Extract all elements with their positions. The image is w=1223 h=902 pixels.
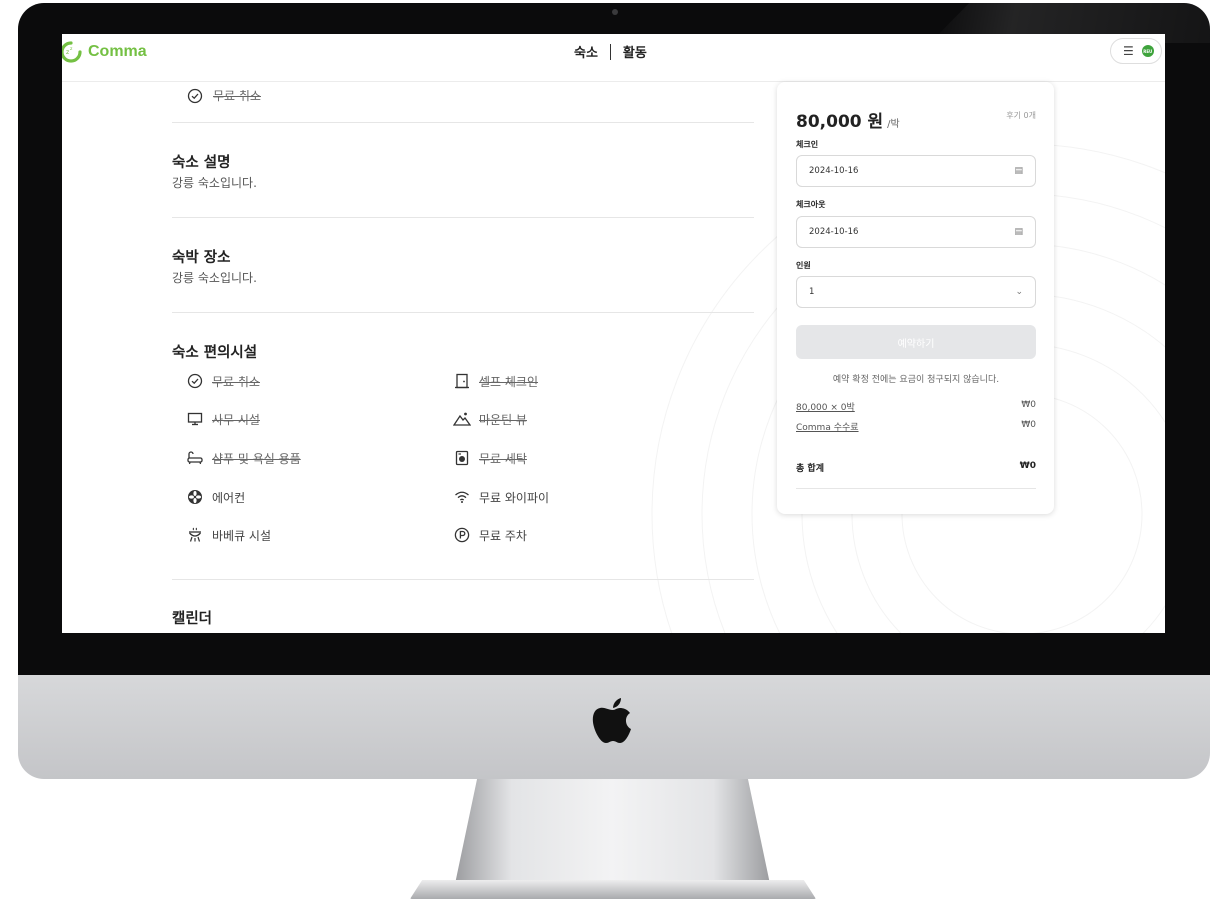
svg-text:z: z (70, 47, 73, 52)
calendar-icon: ▤ (1014, 227, 1023, 237)
checkout-date-input[interactable]: 2024-10-16 ▤ (796, 216, 1036, 248)
fee-line-item: Comma 수수료 ₩0 (796, 420, 1036, 433)
apple-logo-icon (592, 698, 631, 743)
amenity-item: 무료 취소 (186, 372, 260, 390)
nights-line-item: 80,000 × 0박 ₩0 (796, 400, 1036, 413)
section-divider (172, 217, 754, 218)
total-line: 총 합계 ₩0 (796, 461, 1036, 474)
monitor-icon (187, 412, 203, 426)
review-count[interactable]: 후기 0개 (1006, 110, 1036, 121)
total-label: 총 합계 (796, 464, 824, 474)
door-icon (455, 373, 469, 389)
amenity-item: 무료 주차 (453, 526, 527, 544)
nav-stay-link[interactable]: 숙소 (574, 42, 598, 61)
calendar-icon: ▤ (1014, 166, 1023, 176)
amenity-label: 무료 주차 (479, 528, 527, 543)
amenity-item: 사무 시설 (186, 410, 260, 428)
amenity-item: 샴푸 및 욕실 용품 (186, 449, 301, 467)
reserve-button[interactable]: 예약하기 (796, 325, 1036, 359)
top-navigation-bar: z z Comma 숙소 활동 ☰ REU (62, 34, 1165, 82)
fee-line-value: ₩0 (1021, 420, 1036, 430)
location-text: 강릉 숙소입니다. (172, 271, 257, 285)
parking-icon (454, 527, 470, 543)
washer-icon (455, 450, 469, 466)
checkout-label: 체크아웃 (796, 200, 826, 209)
description-text: 강릉 숙소입니다. (172, 176, 257, 190)
fan-icon (188, 490, 202, 504)
booking-card: 80,000 원 /박 후기 0개 체크인 2024-10-16 ▤ 체크아웃 … (777, 82, 1054, 514)
amenity-label: 무료 세탁 (479, 451, 527, 466)
amenity-label: 에어컨 (212, 490, 246, 505)
guests-label: 인원 (796, 261, 811, 270)
price-per-night: 80,000 원 /박 (796, 107, 900, 132)
nights-line-value: ₩0 (1021, 400, 1036, 410)
hamburger-icon: ☰ (1123, 44, 1134, 58)
amenity-item: 바베큐 시설 (186, 526, 271, 544)
amenity-label: 사무 시설 (212, 412, 260, 427)
amenity-item: 셀프 체크인 (453, 372, 538, 390)
checkin-label: 체크인 (796, 140, 819, 149)
amenities-title: 숙소 편의시설 (172, 345, 258, 361)
section-divider (172, 579, 754, 580)
amenity-item: 무료 세탁 (453, 449, 527, 467)
amenity-label: 셀프 체크인 (479, 374, 539, 389)
section-divider (172, 312, 754, 313)
mountain-icon (453, 412, 471, 426)
checkin-date-value: 2024-10-16 (809, 166, 859, 176)
guests-select[interactable]: 1 ⌄ (796, 276, 1036, 308)
comma-logo-icon: z z (62, 41, 82, 63)
free-cancel-item: 무료 취소 (187, 87, 261, 104)
section-divider (172, 122, 754, 123)
amenity-label: 마운틴 뷰 (479, 412, 527, 427)
amenity-item: 에어컨 (186, 488, 245, 506)
checkin-date-input[interactable]: 2024-10-16 ▤ (796, 155, 1036, 187)
avatar: REU (1141, 45, 1154, 57)
total-value: ₩0 (1019, 461, 1036, 471)
wifi-icon (455, 491, 469, 503)
amenity-item: 무료 와이파이 (453, 488, 549, 506)
nights-line-label[interactable]: 80,000 × 0박 (796, 400, 855, 413)
check-circle-icon (187, 373, 203, 389)
user-menu-button[interactable]: ☰ REU (1110, 38, 1162, 64)
checkout-date-value: 2024-10-16 (809, 227, 859, 237)
bathtub-icon (187, 451, 203, 465)
price-value: 80,000 원 (796, 112, 884, 132)
nav-separator (609, 43, 611, 60)
amenity-item: 마운틴 뷰 (453, 410, 527, 428)
amenity-label: 무료 와이파이 (479, 490, 550, 505)
check-circle-icon (187, 88, 203, 103)
fee-line-label[interactable]: Comma 수수료 (796, 420, 859, 433)
guests-value: 1 (809, 287, 815, 297)
free-cancel-label: 무료 취소 (213, 89, 261, 103)
brand-logo[interactable]: z z Comma (62, 41, 147, 63)
camera-dot (612, 9, 618, 15)
chevron-down-icon: ⌄ (1015, 287, 1023, 297)
amenity-label: 바베큐 시설 (212, 528, 272, 543)
svg-text:z: z (66, 49, 69, 56)
card-divider (796, 488, 1036, 489)
monitor-foot (410, 880, 816, 899)
calendar-title: 캘린더 (172, 611, 213, 627)
monitor-stand (455, 779, 770, 884)
amenity-label: 샴푸 및 욕실 용품 (212, 451, 301, 466)
grill-icon (189, 527, 201, 542)
no-charge-note: 예약 확정 전에는 요금이 청구되지 않습니다. (832, 375, 1000, 385)
brand-name: Comma (88, 43, 147, 60)
description-title: 숙소 설명 (172, 155, 231, 171)
nav-activity-link[interactable]: 활동 (623, 42, 647, 61)
amenity-label: 무료 취소 (212, 374, 260, 389)
location-title: 숙박 장소 (172, 250, 231, 266)
screen: z z Comma 숙소 활동 ☰ REU 무료 취소 숙소 설명 강릉 숙소입… (62, 34, 1165, 633)
price-unit: /박 (887, 119, 900, 130)
main-nav: 숙소 활동 (574, 42, 647, 61)
